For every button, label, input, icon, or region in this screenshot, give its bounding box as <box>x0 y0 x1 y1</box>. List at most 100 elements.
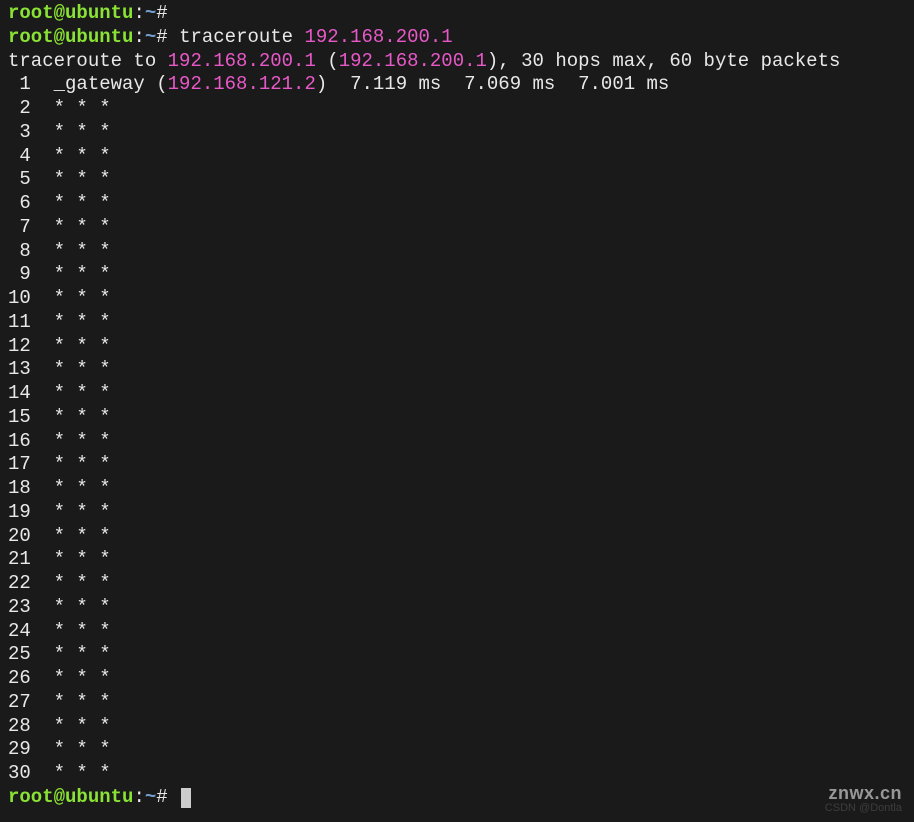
hop-number: 12 <box>8 335 31 359</box>
hop-number: 4 <box>8 145 31 169</box>
hop-line: 14 * * * <box>8 382 906 406</box>
prompt-at: @ <box>54 2 65 24</box>
hop-stars: * * * <box>31 358 111 380</box>
prompt-hash: # <box>156 26 179 48</box>
prompt-user: root <box>8 786 54 808</box>
hop-line: 11 * * * <box>8 311 906 335</box>
hop-line: 25 * * * <box>8 643 906 667</box>
hop-line: 19 * * * <box>8 501 906 525</box>
prompt-colon: : <box>133 26 144 48</box>
hop-number: 23 <box>8 596 31 620</box>
prompt-host: ubuntu <box>65 26 133 48</box>
hop-number: 24 <box>8 620 31 644</box>
hop-stars: * * * <box>31 715 111 737</box>
hop-number: 9 <box>8 263 31 287</box>
hop-number: 14 <box>8 382 31 406</box>
hop-line: 27 * * * <box>8 691 906 715</box>
header-close: ) <box>487 50 498 72</box>
header-open: ( <box>316 50 339 72</box>
hop-number: 18 <box>8 477 31 501</box>
hop-stars: * * * <box>31 216 111 238</box>
prompt-colon: : <box>133 786 144 808</box>
hop-stars: * * * <box>31 263 111 285</box>
watermark-site: znwx.cn <box>828 782 902 805</box>
hop-stars: * * * <box>31 762 111 784</box>
hop-number: 17 <box>8 453 31 477</box>
header-ip1: 192.168.200.1 <box>168 50 316 72</box>
hop-stars: * * * <box>31 406 111 428</box>
command-text: traceroute <box>179 26 304 48</box>
hop-line: 12 * * * <box>8 335 906 359</box>
hop-line: 10 * * * <box>8 287 906 311</box>
hop-number: 25 <box>8 643 31 667</box>
hop-number: 20 <box>8 525 31 549</box>
prompt-user: root <box>8 26 54 48</box>
prompt-host: ubuntu <box>65 786 133 808</box>
prompt-hash: # <box>156 2 179 24</box>
hop-number: 15 <box>8 406 31 430</box>
hop-stars: * * * <box>31 168 111 190</box>
hop-stars: * * * <box>31 738 111 760</box>
hop-number: 10 <box>8 287 31 311</box>
hop-number: 21 <box>8 548 31 572</box>
prompt-path: ~ <box>145 2 156 24</box>
hop-number: 2 <box>8 97 31 121</box>
hop-line: 21 * * * <box>8 548 906 572</box>
hop-stars: * * * <box>31 548 111 570</box>
hop-line: 9 * * * <box>8 263 906 287</box>
hop-line: 6 * * * <box>8 192 906 216</box>
hop-line: 16 * * * <box>8 430 906 454</box>
header-prefix: traceroute to <box>8 50 168 72</box>
hop-number: 7 <box>8 216 31 240</box>
hop-number: 28 <box>8 715 31 739</box>
hop-stars: * * * <box>31 667 111 689</box>
hop-close: ) <box>316 73 327 95</box>
prompt-path: ~ <box>145 786 156 808</box>
hop-stars: * * * <box>31 643 111 665</box>
watermark-author: CSDN @Dontla <box>825 802 902 816</box>
hop-stars: * * * <box>31 97 111 119</box>
prompt-path: ~ <box>145 26 156 48</box>
hop-stars: * * * <box>31 596 111 618</box>
hop-stars: * * * <box>31 335 111 357</box>
hop-number: 29 <box>8 738 31 762</box>
hop-number: 1 <box>8 73 31 97</box>
hop-stars: * * * <box>31 430 111 452</box>
traceroute-header: traceroute to 192.168.200.1 (192.168.200… <box>8 50 906 74</box>
hop-line: 17 * * * <box>8 453 906 477</box>
prompt-hash: # <box>156 786 179 808</box>
hop-stars: * * * <box>31 572 111 594</box>
hop-number: 6 <box>8 192 31 216</box>
command-arg: 192.168.200.1 <box>304 26 452 48</box>
hop-number: 16 <box>8 430 31 454</box>
hop-line: 29 * * * <box>8 738 906 762</box>
hop-times: 7.119 ms 7.069 ms 7.001 ms <box>327 73 669 95</box>
prompt-colon: : <box>133 2 144 24</box>
hop-line: 5 * * * <box>8 168 906 192</box>
hop-line: 30 * * * <box>8 762 906 786</box>
hop-number: 27 <box>8 691 31 715</box>
prompt-host: ubuntu <box>65 2 133 24</box>
prompt-user: root <box>8 2 54 24</box>
hop-line: 22 * * * <box>8 572 906 596</box>
prompt-at: @ <box>54 26 65 48</box>
hop-number: 5 <box>8 168 31 192</box>
cursor-icon <box>181 788 191 808</box>
hop-ip: 192.168.121.2 <box>168 73 316 95</box>
command-line: root@ubuntu:~# traceroute 192.168.200.1 <box>8 26 906 50</box>
hop-stars: * * * <box>31 287 111 309</box>
hop-number: 8 <box>8 240 31 264</box>
hop-line-1: 1 _gateway (192.168.121.2) 7.119 ms 7.06… <box>8 73 906 97</box>
hop-number: 19 <box>8 501 31 525</box>
hop-stars: * * * <box>31 192 111 214</box>
hop-stars: * * * <box>31 620 111 642</box>
hop-number: 22 <box>8 572 31 596</box>
hop-stars: * * * <box>31 501 111 523</box>
hop-number: 30 <box>8 762 31 786</box>
hop-stars: * * * <box>31 691 111 713</box>
prompt-line-final[interactable]: root@ubuntu:~# <box>8 786 906 810</box>
hop-number: 11 <box>8 311 31 335</box>
hop-stars: * * * <box>31 477 111 499</box>
hop-stars: * * * <box>31 121 111 143</box>
hop-line: 8 * * * <box>8 240 906 264</box>
